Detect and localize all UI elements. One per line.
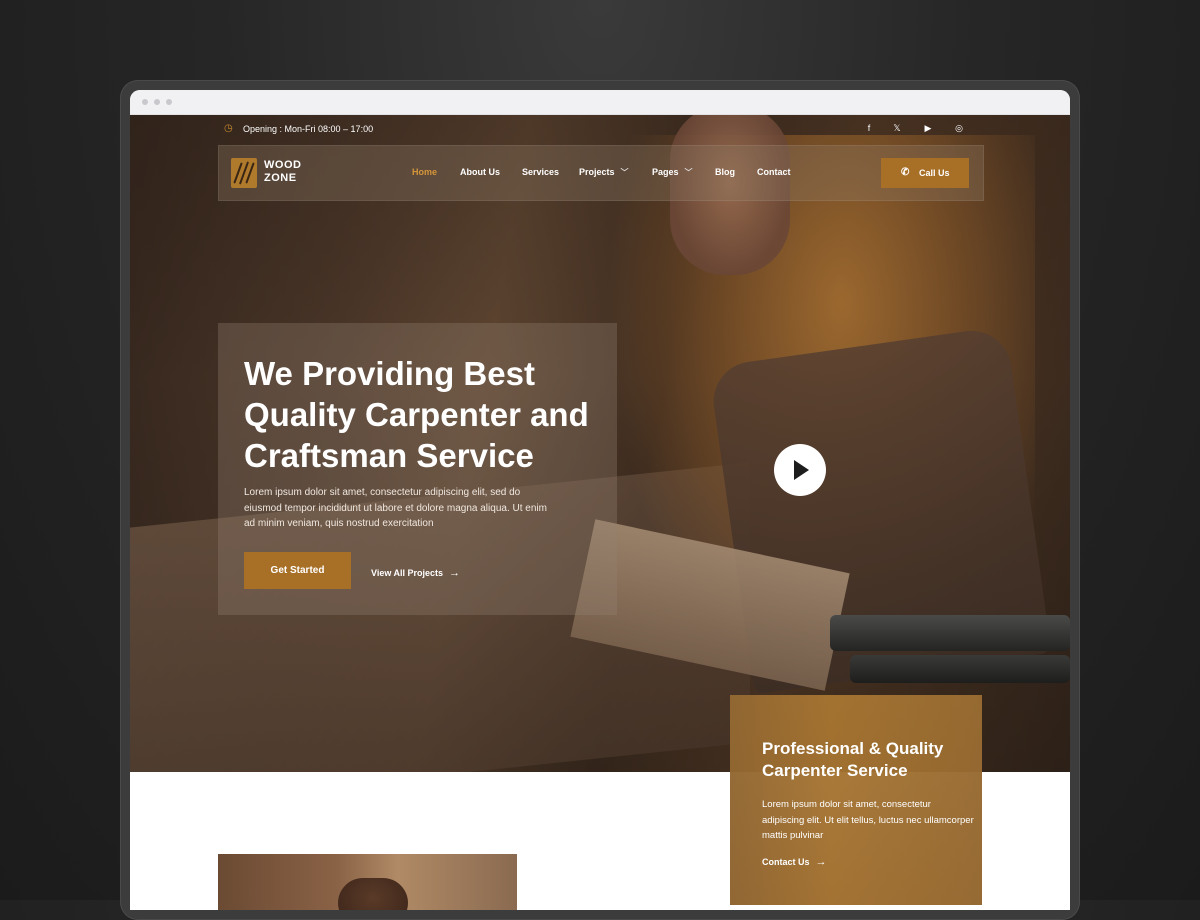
- nav-item-projects-label: Projects: [579, 167, 615, 177]
- nav-item-services[interactable]: Services: [522, 167, 559, 177]
- window-dot-icon: [142, 99, 148, 105]
- nav-item-about-us[interactable]: About Us: [460, 167, 500, 177]
- get-started-button[interactable]: Get Started: [244, 552, 351, 589]
- hero-content-card: We Providing Best Quality Carpenter and …: [218, 323, 617, 615]
- logo-line-1: WOOD: [264, 159, 302, 171]
- hero-section: ◷ Opening : Mon-Fri 08:00 – 17:00 f 𝕏 ▶ …: [130, 115, 1070, 772]
- arrow-right-icon: →: [449, 567, 461, 579]
- nav-item-home[interactable]: Home: [412, 167, 437, 177]
- opening-hours: Opening : Mon-Fri 08:00 – 17:00: [243, 124, 374, 134]
- about-image: [218, 854, 517, 910]
- background-clamp: [830, 615, 1070, 651]
- main-navigation: WOOD ZONE Home About Us Services Project…: [218, 145, 984, 201]
- facebook-icon[interactable]: f: [862, 123, 876, 133]
- nav-item-pages[interactable]: Pages ﹀: [652, 167, 693, 178]
- view-all-projects-link[interactable]: View All Projects →: [371, 567, 460, 579]
- feature-card: Professional & Quality Carpenter Service…: [730, 695, 982, 905]
- nav-item-blog[interactable]: Blog: [715, 167, 735, 177]
- contact-us-link[interactable]: Contact Us →: [762, 856, 827, 868]
- chevron-down-icon: ﹀: [620, 168, 629, 177]
- call-us-button[interactable]: ✆ Call Us: [881, 158, 969, 188]
- logo-text[interactable]: WOOD ZONE: [264, 159, 301, 185]
- window-dot-icon: [154, 99, 160, 105]
- logo-line-2: ZONE: [264, 172, 297, 184]
- window-dot-icon: [166, 99, 172, 105]
- play-icon: [794, 460, 809, 480]
- about-image-person: [338, 878, 408, 910]
- browser-toolbar: [130, 90, 1070, 115]
- chevron-down-icon: ﹀: [684, 168, 693, 177]
- clock-icon: ◷: [224, 123, 233, 134]
- phone-icon: ✆: [901, 167, 910, 178]
- logo-icon[interactable]: [231, 158, 257, 188]
- call-us-label: Call Us: [919, 168, 950, 178]
- browser-window: ◷ Opening : Mon-Fri 08:00 – 17:00 f 𝕏 ▶ …: [130, 90, 1070, 910]
- nav-item-pages-label: Pages: [652, 167, 679, 177]
- play-video-button[interactable]: [774, 444, 826, 496]
- background-clamp: [850, 655, 1070, 683]
- instagram-icon[interactable]: ◎: [952, 123, 966, 134]
- feature-card-description: Lorem ipsum dolor sit amet, consectetur …: [762, 799, 974, 841]
- nav-item-projects[interactable]: Projects ﹀: [579, 167, 629, 178]
- feature-card-title: Professional & Quality Carpenter Service: [762, 739, 944, 780]
- contact-us-label: Contact Us: [762, 857, 810, 867]
- nav-item-contact[interactable]: Contact: [757, 167, 791, 177]
- arrow-right-icon: →: [815, 856, 827, 868]
- hero-description: Lorem ipsum dolor sit amet, consectetur …: [244, 487, 547, 529]
- x-icon[interactable]: 𝕏: [890, 123, 904, 134]
- website: ◷ Opening : Mon-Fri 08:00 – 17:00 f 𝕏 ▶ …: [130, 115, 1070, 910]
- youtube-icon[interactable]: ▶: [921, 123, 935, 134]
- view-all-projects-label: View All Projects: [371, 568, 444, 578]
- hero-title: We Providing Best Quality Carpenter and …: [244, 355, 589, 474]
- top-info-bar: ◷ Opening : Mon-Fri 08:00 – 17:00 f 𝕏 ▶ …: [218, 115, 982, 143]
